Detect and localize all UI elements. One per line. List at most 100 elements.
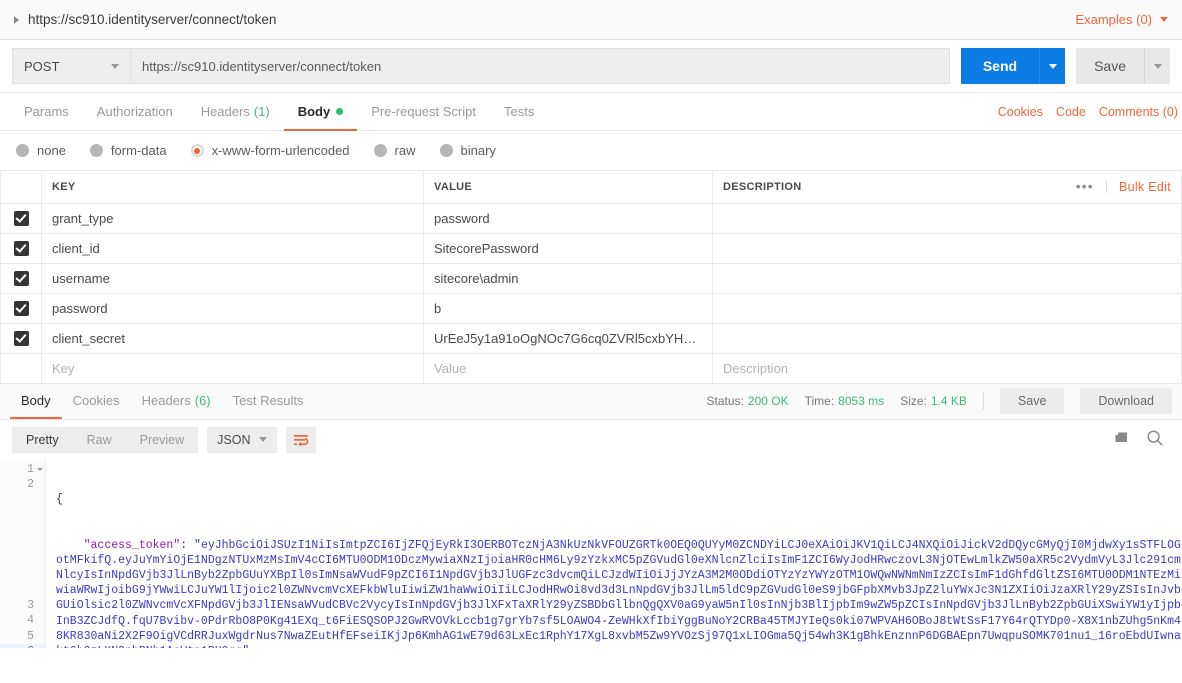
comments-link[interactable]: Comments (0) (1099, 105, 1178, 119)
bulk-edit-link[interactable]: Bulk Edit (1107, 180, 1171, 194)
caret-right-icon[interactable] (14, 15, 19, 24)
code-link[interactable]: Code (1056, 105, 1086, 119)
time-group: Time: 8053 ms (805, 394, 885, 408)
radio-icon (373, 144, 387, 157)
line-number: 3 (27, 599, 34, 613)
response-tab-test-results[interactable]: Test Results (222, 384, 315, 419)
response-tab-test-results-label: Test Results (232, 392, 304, 408)
save-request-button[interactable]: Save (1076, 48, 1144, 84)
checkbox-checked-icon[interactable] (13, 301, 29, 317)
json-code-content[interactable]: { "access_token": "eyJhbGciOiJSUzI1NiIsI… (46, 460, 1182, 648)
save-button-group: Save (1076, 48, 1170, 84)
body-type-form-data[interactable]: form-data (89, 143, 167, 158)
save-options-button[interactable] (1144, 48, 1170, 84)
body-type-raw[interactable]: raw (373, 143, 416, 158)
line-number: 5 (27, 629, 34, 643)
tab-tests-label: Tests (503, 104, 535, 119)
http-method-select[interactable]: POST (12, 48, 130, 84)
checkbox-checked-icon[interactable] (13, 241, 29, 257)
response-tools (1113, 429, 1170, 450)
request-name: https://sc910.identityserver/connect/tok… (28, 12, 277, 27)
row-value[interactable]: password (423, 203, 713, 234)
row-key[interactable]: grant_type (41, 203, 424, 234)
view-mode-preview[interactable]: Preview (126, 427, 198, 453)
tab-body[interactable]: Body (283, 94, 358, 131)
chevron-down-icon[interactable] (1160, 17, 1168, 22)
line-number[interactable]: 1 (0, 462, 45, 477)
new-value-input[interactable]: Value (423, 353, 713, 384)
request-url-input[interactable] (130, 48, 950, 84)
cookies-link[interactable]: Cookies (998, 105, 1043, 119)
download-response-button[interactable]: Download (1080, 388, 1172, 414)
checkbox-checked-icon[interactable] (13, 211, 29, 227)
new-key-input[interactable]: Key (41, 353, 424, 384)
send-button[interactable]: Send (960, 48, 1040, 84)
row-key[interactable]: password (41, 293, 424, 324)
new-description-input[interactable]: Description (712, 353, 1182, 384)
body-type-urlencoded[interactable]: x-www-form-urlencoded (190, 143, 350, 158)
row-description[interactable] (712, 293, 1182, 324)
examples-link[interactable]: Examples (0) (1075, 12, 1152, 27)
row-key[interactable]: client_secret (41, 323, 424, 354)
row-key[interactable]: client_id (41, 233, 424, 264)
response-body-code-viewer[interactable]: 1 2 3 4 5 6 { "access_token": "eyJhbGciO… (0, 459, 1182, 648)
language-select[interactable]: JSON (207, 426, 278, 453)
response-tab-body-label: Body (21, 392, 51, 408)
row-checkbox-cell[interactable] (0, 323, 42, 354)
body-type-form-data-label: form-data (110, 143, 167, 158)
chevron-down-icon (259, 437, 268, 442)
body-type-binary[interactable]: binary (439, 143, 496, 158)
view-mode-segmented-control: Pretty Raw Preview (12, 426, 199, 453)
form-params-table: KEY VALUE DESCRIPTION ••• Bulk Edit gran… (0, 171, 1182, 384)
response-meta: Status: 200 OK Time: 8053 ms Size: 1.4 KB S… (707, 384, 1182, 419)
row-description[interactable] (712, 263, 1182, 294)
copy-icon (1115, 432, 1127, 442)
copy-button[interactable] (1113, 430, 1130, 449)
header-description: DESCRIPTION ••• Bulk Edit (712, 171, 1182, 204)
radio-icon (16, 144, 29, 157)
save-response-button[interactable]: Save (999, 388, 1065, 414)
word-wrap-toggle[interactable] (286, 426, 317, 453)
row-value[interactable]: SitecorePassword (423, 233, 713, 264)
view-mode-raw[interactable]: Raw (73, 427, 126, 453)
request-name-group[interactable]: https://sc910.identityserver/connect/tok… (14, 12, 1075, 27)
radio-icon (439, 144, 453, 157)
row-key[interactable]: username (41, 263, 424, 294)
tab-authorization[interactable]: Authorization (83, 94, 187, 131)
header-checkbox-cell (0, 171, 42, 204)
row-value[interactable]: b (423, 293, 713, 324)
search-button[interactable] (1146, 429, 1164, 450)
tab-headers[interactable]: Headers (1) (187, 94, 284, 131)
table-options-icon[interactable]: ••• (1064, 180, 1107, 194)
row-value[interactable]: UrEeJ5y1a91oOgNOc7G6cq0ZVRl5cxbYH4PcU… (423, 323, 713, 354)
header-description-label: DESCRIPTION (723, 180, 802, 193)
body-type-radio-group: none form-data x-www-form-urlencoded raw… (0, 131, 1182, 171)
row-description[interactable] (712, 233, 1182, 264)
checkbox-checked-icon[interactable] (13, 271, 29, 287)
checkbox-checked-icon[interactable] (13, 331, 29, 347)
header-key: KEY (41, 171, 424, 204)
row-checkbox-cell[interactable] (0, 293, 42, 324)
response-tab-headers[interactable]: Headers (6) (131, 384, 222, 419)
status-label: Status: (706, 394, 744, 408)
row-checkbox-cell[interactable] (0, 263, 42, 294)
send-options-button[interactable] (1039, 48, 1066, 84)
language-label: JSON (217, 432, 251, 447)
row-description[interactable] (712, 323, 1182, 354)
header-value: VALUE (423, 171, 713, 204)
row-checkbox-cell[interactable] (0, 233, 42, 264)
row-checkbox-cell-empty (0, 353, 42, 384)
row-description[interactable] (712, 203, 1182, 234)
row-value[interactable]: sitecore\admin (423, 263, 713, 294)
json-key-access-token: "access_token" (83, 538, 181, 552)
tab-pre-request-script[interactable]: Pre-request Script (357, 94, 490, 131)
tab-params[interactable]: Params (10, 94, 83, 131)
body-type-none[interactable]: none (16, 143, 66, 158)
response-tab-body[interactable]: Body (10, 384, 62, 419)
line-number: 2 (27, 477, 34, 491)
tab-tests[interactable]: Tests (490, 94, 548, 131)
chevron-down-icon (111, 63, 119, 69)
view-mode-pretty[interactable]: Pretty (12, 427, 73, 453)
response-tab-cookies[interactable]: Cookies (62, 384, 131, 419)
row-checkbox-cell[interactable] (0, 203, 42, 234)
